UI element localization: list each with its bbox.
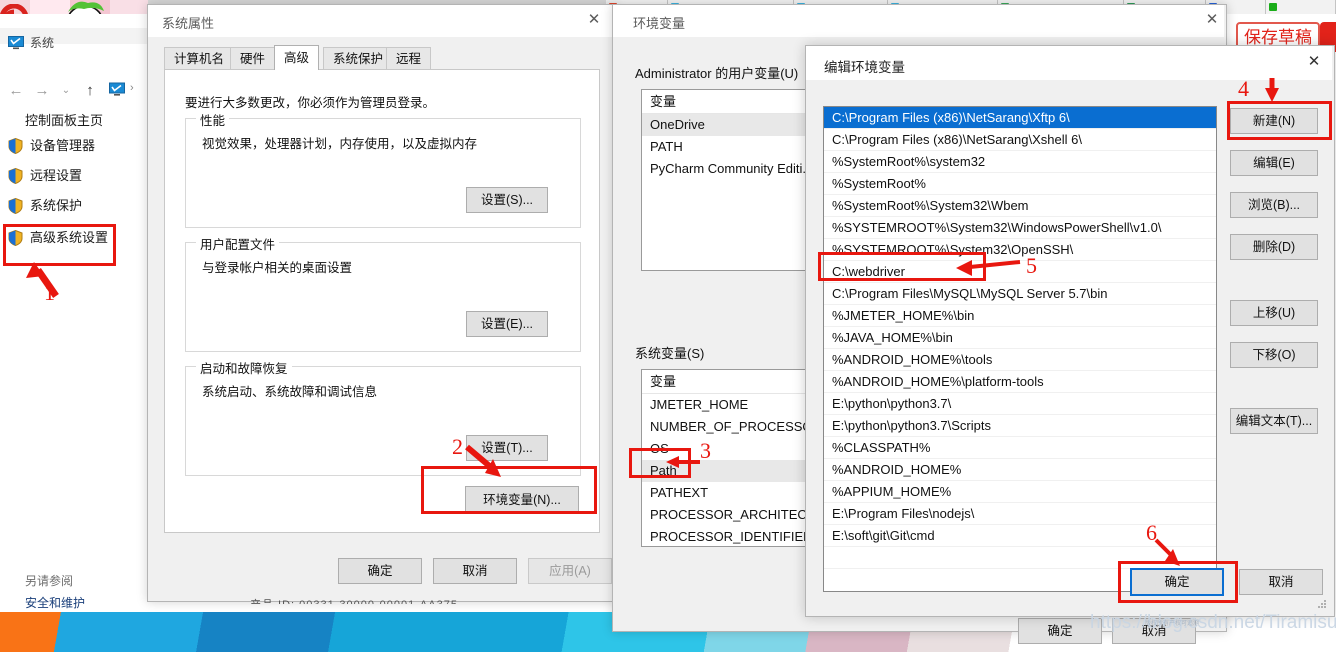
user-variables-label: Administrator 的用户变量(U) (635, 66, 799, 81)
path-entry-row[interactable]: E:\soft\git\Git\cmd (824, 525, 1216, 547)
sidebar-item-system-protection[interactable]: 系统保护 (6, 194, 144, 218)
new-entry-button[interactable]: 新建(N) (1230, 108, 1318, 134)
tab-remote[interactable]: 远程 (386, 47, 432, 70)
tab-computer-name[interactable]: 计算机名 (164, 47, 235, 70)
close-icon[interactable]: ✕ (572, 5, 616, 35)
sidebar-item-label: 设备管理器 (30, 138, 96, 153)
sysprops-ok-button[interactable]: 确定 (338, 558, 422, 584)
dialog-title: 编辑环境变量 (824, 60, 905, 75)
back-button[interactable]: ← (8, 82, 24, 100)
path-entry-row[interactable]: C:\Program Files (x86)\NetSarang\Xftp 6\ (824, 107, 1216, 129)
window-title: 系统 (30, 36, 55, 50)
user-profiles-settings-button[interactable]: 设置(E)... (466, 311, 548, 337)
group-user-profiles: 用户配置文件 与登录帐户相关的桌面设置 设置(E)... (185, 234, 581, 352)
group-description: 与登录帐户相关的桌面设置 (202, 261, 353, 275)
path-entry-row[interactable]: %SYSTEMROOT%\System32\OpenSSH\ (824, 239, 1216, 261)
performance-settings-button[interactable]: 设置(S)... (466, 187, 548, 213)
path-entry-row[interactable]: %ANDROID_HOME%\platform-tools (824, 371, 1216, 393)
sidebar-item-label: 高级系统设置 (30, 230, 109, 245)
dialog-title: 系统属性 (162, 16, 215, 31)
edit-environment-variable-dialog: 编辑环境变量 ✕ C:\Program Files (x86)\NetSaran… (805, 45, 1335, 617)
forward-button[interactable]: → (34, 82, 50, 100)
admin-requirement-note: 要进行大多数更改，你必须作为管理员登录。 (185, 96, 436, 110)
sysprops-apply-button[interactable]: 应用(A) (528, 558, 612, 584)
system-properties-dialog: 系统属性 ✕ 计算机名 硬件 高级 系统保护 远程 要进行大多数更改，你必须作为… (147, 4, 617, 602)
group-performance: 性能 视觉效果，处理器计划，内存使用，以及虚拟内存 设置(S)... (185, 110, 581, 228)
group-title: 性能 (196, 110, 230, 129)
environment-variables-button[interactable]: 环境变量(N)... (465, 486, 579, 514)
tab-page-advanced: 要进行大多数更改，你必须作为管理员登录。 性能 视觉效果，处理器计划，内存使用，… (164, 69, 600, 533)
tab-advanced[interactable]: 高级 (274, 45, 320, 70)
move-down-button[interactable]: 下移(O) (1230, 342, 1318, 368)
sidebar-item-advanced-system-settings[interactable]: 高级系统设置 (6, 226, 144, 250)
edit-env-cancel-button[interactable]: 取消 (1239, 569, 1323, 595)
path-entry-row[interactable]: E:\python\python3.7\ (824, 393, 1216, 415)
sidebar-item-label: 远程设置 (30, 168, 83, 183)
system-variables-label: 系统变量(S) (635, 346, 705, 361)
browse-entry-button[interactable]: 浏览(B)... (1230, 192, 1318, 218)
browser-tab[interactable] (1266, 0, 1336, 14)
path-entry-row[interactable]: %JAVA_HOME%\bin (824, 327, 1216, 349)
group-startup-recovery: 启动和故障恢复 系统启动、系统故障和调试信息 设置(T)... (185, 358, 581, 476)
tab-strip: 计算机名 硬件 高级 系统保护 远程 (164, 45, 598, 70)
product-id-text: 产品 ID: 00331-30000-00001-AA375 (250, 596, 580, 604)
dialog-title: 环境变量 (633, 16, 686, 31)
path-entry-row[interactable]: E:\Program Files\nodejs\ (824, 503, 1216, 525)
path-entry-row[interactable]: %SystemRoot%\system32 (824, 151, 1216, 173)
sidebar-item-remote-settings[interactable]: 远程设置 (6, 164, 144, 188)
path-entry-row[interactable]: %JMETER_HOME%\bin (824, 305, 1216, 327)
path-entry-row[interactable]: %SystemRoot% (824, 173, 1216, 195)
webdriver-entry-row[interactable]: C:\webdriver (824, 261, 1216, 283)
path-entry-row[interactable]: C:\Program Files (x86)\NetSarang\Xshell … (824, 129, 1216, 151)
address-chevron-icon[interactable]: › (130, 82, 134, 94)
system-monitor-icon (8, 36, 24, 50)
group-description: 系统启动、系统故障和调试信息 (202, 385, 378, 399)
path-entry-row[interactable]: %ANDROID_HOME%\tools (824, 349, 1216, 371)
path-entry-row[interactable]: C:\Program Files\MySQL\MySQL Server 5.7\… (824, 283, 1216, 305)
path-entries-listbox[interactable]: C:\Program Files (x86)\NetSarang\Xftp 6\… (823, 106, 1217, 592)
control-panel-home-link[interactable]: 控制面板主页 (25, 110, 103, 129)
address-bar-system-icon[interactable] (108, 82, 126, 98)
resize-grip-icon[interactable] (1318, 600, 1328, 610)
watermark-subtext: 版权所有产权可追溯 (1145, 621, 1200, 627)
dialog-titlebar[interactable] (613, 5, 1224, 37)
path-entry-row[interactable]: %CLASSPATH% (824, 437, 1216, 459)
path-entry-row[interactable]: %APPIUM_HOME% (824, 481, 1216, 503)
see-also-link-security-maintenance[interactable]: 安全和维护 (25, 594, 85, 611)
close-icon[interactable]: ✕ (1200, 5, 1224, 35)
group-description: 视觉效果，处理器计划，内存使用，以及虚拟内存 (202, 137, 478, 151)
path-entry-empty-row[interactable] (824, 547, 1216, 569)
delete-entry-button[interactable]: 删除(D) (1230, 234, 1318, 260)
sysprops-cancel-button[interactable]: 取消 (433, 558, 517, 584)
path-entry-row[interactable]: %ANDROID_HOME% (824, 459, 1216, 481)
edit-env-ok-button[interactable]: 确定 (1130, 568, 1224, 596)
sidebar-item-device-manager[interactable]: 设备管理器 (6, 134, 144, 158)
history-dropdown-icon[interactable]: ⌄ (58, 82, 74, 100)
edit-entry-button[interactable]: 编辑(E) (1230, 150, 1318, 176)
see-also-heading: 另请参阅 (25, 574, 74, 588)
path-entry-row[interactable]: %SYSTEMROOT%\System32\WindowsPowerShell\… (824, 217, 1216, 239)
path-entry-row[interactable]: %SystemRoot%\System32\Wbem (824, 195, 1216, 217)
tab-hardware[interactable]: 硬件 (230, 47, 276, 70)
move-up-button[interactable]: 上移(U) (1230, 300, 1318, 326)
group-title: 用户配置文件 (196, 234, 280, 253)
shield-icon (8, 137, 23, 155)
path-entry-row[interactable]: E:\python\python3.7\Scripts (824, 415, 1216, 437)
shield-icon (8, 167, 23, 185)
edit-text-button[interactable]: 编辑文本(T)... (1230, 408, 1318, 434)
startup-recovery-settings-button[interactable]: 设置(T)... (466, 435, 548, 461)
shield-icon (8, 229, 23, 247)
shield-icon (8, 197, 23, 215)
sidebar-item-label: 系统保护 (30, 198, 83, 213)
dialog-titlebar[interactable] (148, 5, 614, 37)
up-button[interactable]: ↑ (82, 82, 98, 100)
group-title: 启动和故障恢复 (196, 358, 292, 377)
close-icon[interactable]: ✕ (1300, 48, 1328, 76)
control-panel-system-window (0, 14, 150, 612)
tab-system-protection[interactable]: 系统保护 (323, 47, 394, 70)
